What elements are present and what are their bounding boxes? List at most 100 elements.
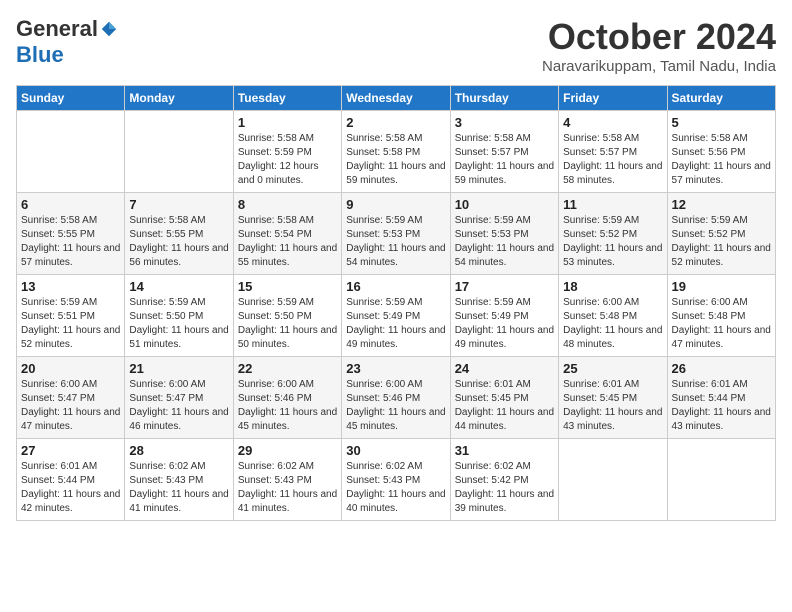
calendar-cell	[17, 111, 125, 193]
calendar-cell: 26 Sunrise: 6:01 AM Sunset: 5:44 PM Dayli…	[667, 357, 775, 439]
day-info: Sunrise: 5:59 AM Sunset: 5:53 PM Dayligh…	[455, 214, 554, 270]
day-number: 5	[672, 115, 771, 130]
day-number: 19	[672, 279, 771, 294]
day-info: Sunrise: 6:00 AM Sunset: 5:46 PM Dayligh…	[346, 378, 445, 434]
day-info: Sunrise: 5:58 AM Sunset: 5:55 PM Dayligh…	[21, 214, 120, 270]
calendar-cell: 13 Sunrise: 5:59 AM Sunset: 5:51 PM Dayli…	[17, 275, 125, 357]
calendar-cell: 20 Sunrise: 6:00 AM Sunset: 5:47 PM Dayli…	[17, 357, 125, 439]
calendar-cell: 30 Sunrise: 6:02 AM Sunset: 5:43 PM Dayli…	[342, 439, 450, 521]
day-number: 4	[563, 115, 662, 130]
calendar-cell: 21Sunrise: 6:00 AM Sunset: 5:47 PM Dayli…	[125, 357, 233, 439]
calendar-cell: 29 Sunrise: 6:02 AM Sunset: 5:43 PM Dayli…	[233, 439, 341, 521]
calendar-cell: 17Sunrise: 5:59 AM Sunset: 5:49 PM Dayli…	[450, 275, 558, 357]
calendar-cell: 24 Sunrise: 6:01 AM Sunset: 5:45 PM Dayli…	[450, 357, 558, 439]
day-number: 25	[563, 361, 662, 376]
calendar-cell	[559, 439, 667, 521]
day-info: Sunrise: 5:59 AM Sunset: 5:51 PM Dayligh…	[21, 296, 120, 352]
day-info: Sunrise: 5:59 AM Sunset: 5:50 PM Dayligh…	[129, 296, 228, 352]
day-number: 1	[238, 115, 337, 130]
day-number: 6	[21, 197, 120, 212]
calendar-day-header: Wednesday	[342, 86, 450, 111]
day-info: Sunrise: 6:01 AM Sunset: 5:44 PM Dayligh…	[672, 378, 771, 434]
day-info: Sunrise: 6:00 AM Sunset: 5:48 PM Dayligh…	[563, 296, 662, 352]
calendar-week-row: 1 Sunrise: 5:58 AM Sunset: 5:59 PM Daylig…	[17, 111, 776, 193]
day-info: Sunrise: 5:58 AM Sunset: 5:56 PM Dayligh…	[672, 132, 771, 188]
day-info: Sunrise: 6:02 AM Sunset: 5:43 PM Dayligh…	[346, 460, 445, 516]
day-info: Sunrise: 6:01 AM Sunset: 5:45 PM Dayligh…	[455, 378, 554, 434]
calendar-cell: 2 Sunrise: 5:58 AM Sunset: 5:58 PM Daylig…	[342, 111, 450, 193]
day-info: Sunrise: 5:59 AM Sunset: 5:49 PM Dayligh…	[346, 296, 445, 352]
calendar-cell: 15Sunrise: 5:59 AM Sunset: 5:50 PM Dayli…	[233, 275, 341, 357]
calendar-cell: 10 Sunrise: 5:59 AM Sunset: 5:53 PM Dayli…	[450, 193, 558, 275]
day-number: 22	[238, 361, 337, 376]
day-info: Sunrise: 5:59 AM Sunset: 5:53 PM Dayligh…	[346, 214, 445, 270]
location: Naravarikuppam, Tamil Nadu, India	[542, 58, 776, 75]
day-info: Sunrise: 5:58 AM Sunset: 5:59 PM Dayligh…	[238, 132, 337, 188]
calendar-cell: 1 Sunrise: 5:58 AM Sunset: 5:59 PM Daylig…	[233, 111, 341, 193]
day-info: Sunrise: 6:00 AM Sunset: 5:47 PM Dayligh…	[21, 378, 120, 434]
day-number: 13	[21, 279, 120, 294]
day-info: Sunrise: 5:58 AM Sunset: 5:58 PM Dayligh…	[346, 132, 445, 188]
day-number: 29	[238, 443, 337, 458]
day-number: 26	[672, 361, 771, 376]
calendar-cell: 25 Sunrise: 6:01 AM Sunset: 5:45 PM Dayli…	[559, 357, 667, 439]
calendar-cell: 31Sunrise: 6:02 AM Sunset: 5:42 PM Dayli…	[450, 439, 558, 521]
calendar-day-header: Monday	[125, 86, 233, 111]
calendar-cell: 12Sunrise: 5:59 AM Sunset: 5:52 PM Dayli…	[667, 193, 775, 275]
calendar-cell: 23 Sunrise: 6:00 AM Sunset: 5:46 PM Dayli…	[342, 357, 450, 439]
day-number: 9	[346, 197, 445, 212]
calendar-week-row: 13 Sunrise: 5:59 AM Sunset: 5:51 PM Dayli…	[17, 275, 776, 357]
calendar-cell: 28Sunrise: 6:02 AM Sunset: 5:43 PM Dayli…	[125, 439, 233, 521]
calendar-cell	[667, 439, 775, 521]
day-info: Sunrise: 5:58 AM Sunset: 5:57 PM Dayligh…	[563, 132, 662, 188]
logo-blue: Blue	[16, 42, 64, 67]
month-title: October 2024	[542, 16, 776, 58]
day-info: Sunrise: 5:58 AM Sunset: 5:55 PM Dayligh…	[129, 214, 228, 270]
day-number: 2	[346, 115, 445, 130]
day-info: Sunrise: 6:00 AM Sunset: 5:46 PM Dayligh…	[238, 378, 337, 434]
day-number: 24	[455, 361, 554, 376]
day-number: 14	[129, 279, 228, 294]
calendar-cell: 5 Sunrise: 5:58 AM Sunset: 5:56 PM Daylig…	[667, 111, 775, 193]
day-number: 16	[346, 279, 445, 294]
day-info: Sunrise: 6:02 AM Sunset: 5:43 PM Dayligh…	[238, 460, 337, 516]
calendar-cell: 4 Sunrise: 5:58 AM Sunset: 5:57 PM Daylig…	[559, 111, 667, 193]
day-info: Sunrise: 5:58 AM Sunset: 5:54 PM Dayligh…	[238, 214, 337, 270]
day-number: 18	[563, 279, 662, 294]
day-info: Sunrise: 5:58 AM Sunset: 5:57 PM Dayligh…	[455, 132, 554, 188]
logo-icon	[100, 20, 118, 38]
page-header: General Blue October 2024 Naravarikuppam…	[16, 16, 776, 75]
calendar-cell: 16 Sunrise: 5:59 AM Sunset: 5:49 PM Dayli…	[342, 275, 450, 357]
calendar-day-header: Friday	[559, 86, 667, 111]
calendar-week-row: 27Sunrise: 6:01 AM Sunset: 5:44 PM Dayli…	[17, 439, 776, 521]
day-info: Sunrise: 6:02 AM Sunset: 5:42 PM Dayligh…	[455, 460, 554, 516]
day-number: 23	[346, 361, 445, 376]
calendar-cell: 9 Sunrise: 5:59 AM Sunset: 5:53 PM Daylig…	[342, 193, 450, 275]
calendar-cell: 11 Sunrise: 5:59 AM Sunset: 5:52 PM Dayli…	[559, 193, 667, 275]
day-number: 10	[455, 197, 554, 212]
day-info: Sunrise: 6:02 AM Sunset: 5:43 PM Dayligh…	[129, 460, 228, 516]
calendar-day-header: Tuesday	[233, 86, 341, 111]
calendar-cell: 19 Sunrise: 6:00 AM Sunset: 5:48 PM Dayli…	[667, 275, 775, 357]
calendar-day-header: Thursday	[450, 86, 558, 111]
day-number: 3	[455, 115, 554, 130]
day-number: 17	[455, 279, 554, 294]
day-info: Sunrise: 5:59 AM Sunset: 5:52 PM Dayligh…	[672, 214, 771, 270]
day-number: 8	[238, 197, 337, 212]
logo: General Blue	[16, 16, 118, 68]
day-number: 11	[563, 197, 662, 212]
day-info: Sunrise: 6:00 AM Sunset: 5:48 PM Dayligh…	[672, 296, 771, 352]
day-info: Sunrise: 6:01 AM Sunset: 5:44 PM Dayligh…	[21, 460, 120, 516]
day-info: Sunrise: 5:59 AM Sunset: 5:52 PM Dayligh…	[563, 214, 662, 270]
calendar-week-row: 20 Sunrise: 6:00 AM Sunset: 5:47 PM Dayli…	[17, 357, 776, 439]
calendar-cell: 22 Sunrise: 6:00 AM Sunset: 5:46 PM Dayli…	[233, 357, 341, 439]
day-number: 30	[346, 443, 445, 458]
calendar-day-header: Sunday	[17, 86, 125, 111]
calendar-week-row: 6 Sunrise: 5:58 AM Sunset: 5:55 PM Daylig…	[17, 193, 776, 275]
day-number: 20	[21, 361, 120, 376]
day-info: Sunrise: 6:01 AM Sunset: 5:45 PM Dayligh…	[563, 378, 662, 434]
calendar-table: SundayMondayTuesdayWednesdayThursdayFrid…	[16, 85, 776, 521]
calendar-cell: 18 Sunrise: 6:00 AM Sunset: 5:48 PM Dayli…	[559, 275, 667, 357]
day-info: Sunrise: 6:00 AM Sunset: 5:47 PM Dayligh…	[129, 378, 228, 434]
calendar-cell: 7Sunrise: 5:58 AM Sunset: 5:55 PM Daylig…	[125, 193, 233, 275]
